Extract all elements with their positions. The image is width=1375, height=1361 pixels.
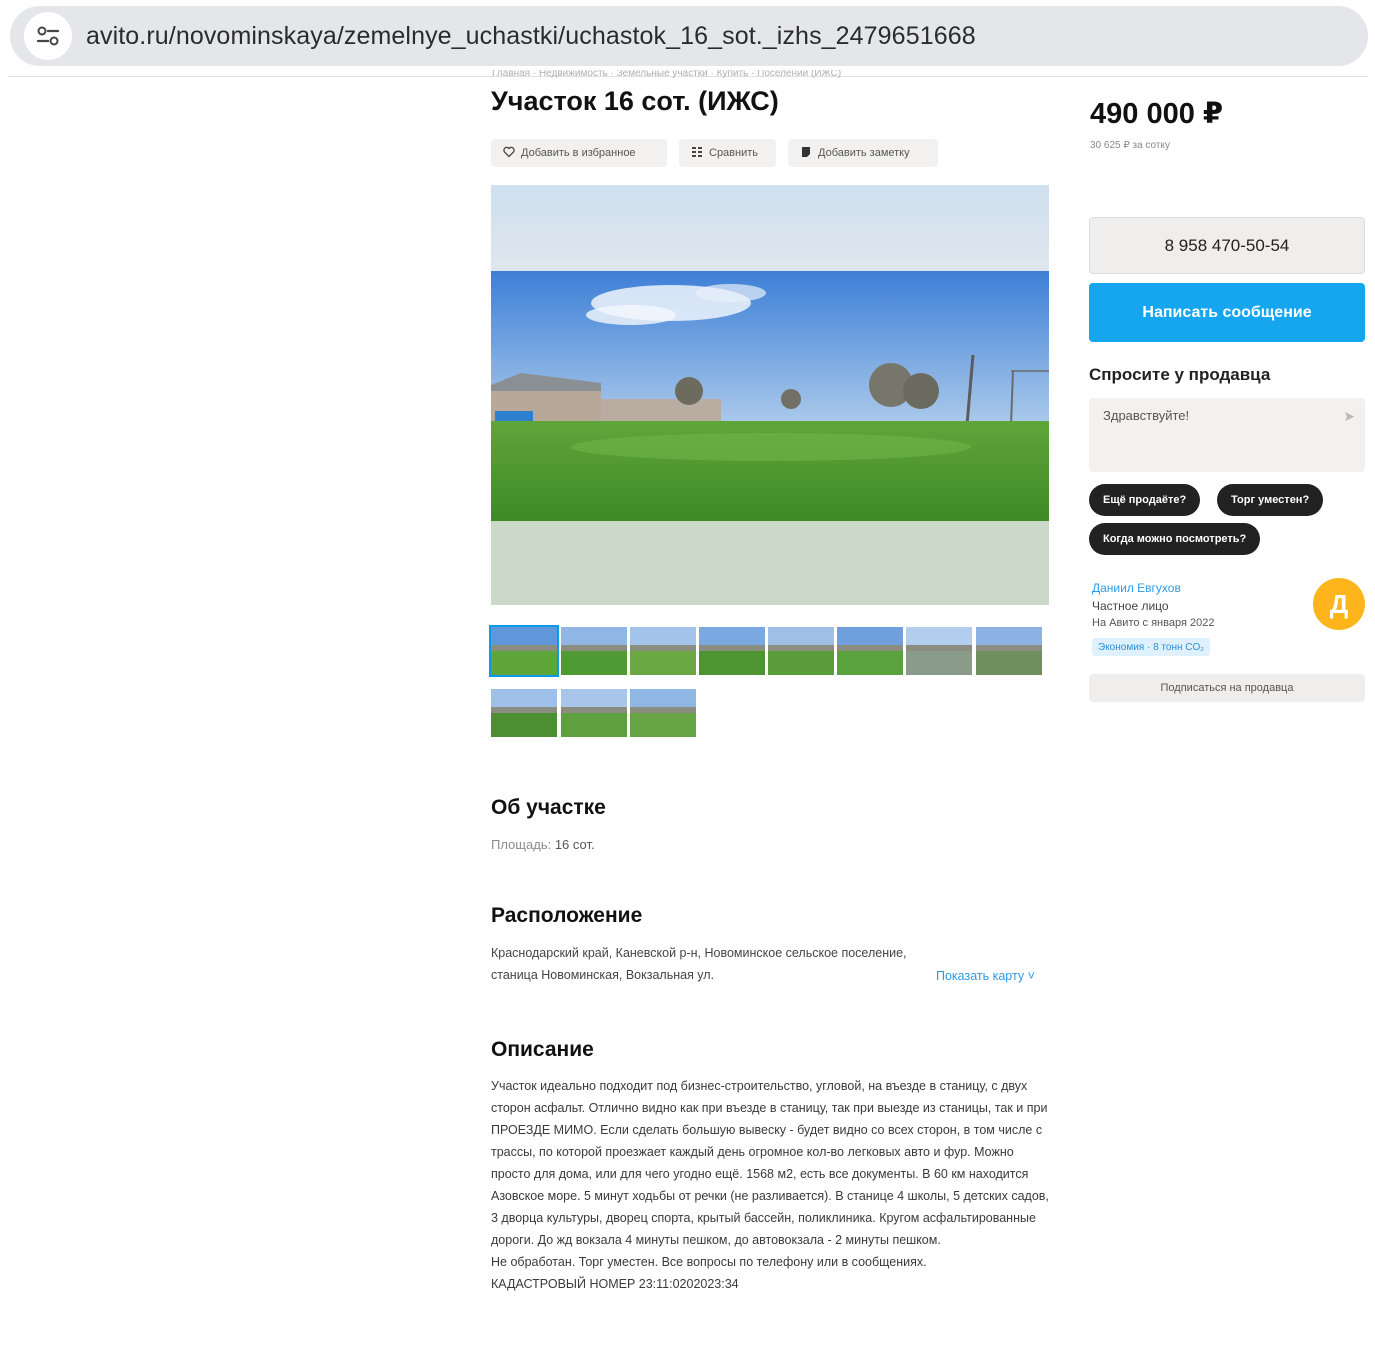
note-label: Добавить заметку bbox=[818, 147, 910, 159]
thumbnail-image bbox=[561, 627, 627, 675]
heart-icon bbox=[503, 146, 515, 161]
thumbnail-image bbox=[561, 689, 627, 737]
send-arrow-icon[interactable]: ➤ bbox=[1343, 408, 1355, 425]
about-heading: Об участке bbox=[491, 796, 606, 819]
listing-actions: Добавить в избранное Сравнить Добавить з… bbox=[491, 139, 938, 167]
url-text[interactable]: avito.ru/novominskaya/zemelnye_uchastki/… bbox=[86, 22, 976, 51]
page-title: Участок 16 сот. (ИЖС) bbox=[491, 86, 779, 116]
description-text: Участок идеально подходит под бизнес-стр… bbox=[491, 1079, 1049, 1247]
description-body: Участок идеально подходит под бизнес-стр… bbox=[491, 1075, 1051, 1295]
ask-seller-title: Спросите у продавца bbox=[1089, 365, 1271, 384]
price: 490 000 ₽ bbox=[1090, 98, 1224, 130]
main-photo[interactable] bbox=[491, 185, 1049, 605]
thumbnail-image bbox=[491, 627, 557, 675]
breadcrumb[interactable]: Главная · Недвижимость · Земельные участ… bbox=[492, 70, 841, 80]
tune-icon[interactable] bbox=[24, 12, 72, 60]
description-extra: Не обработан. Торг уместен. Все вопросы … bbox=[491, 1255, 927, 1269]
address-text: Краснодарский край, Каневской р-н, Новом… bbox=[491, 946, 907, 982]
quick-question-chip[interactable]: Когда можно посмотреть? bbox=[1089, 523, 1261, 555]
eco-badge[interactable]: Экономия · 8 тонн CO₂ bbox=[1092, 638, 1211, 656]
favorite-button[interactable]: Добавить в избранное bbox=[491, 139, 667, 167]
description-heading: Описание bbox=[491, 1038, 594, 1061]
thumbnail[interactable] bbox=[561, 627, 627, 675]
show-phone-button[interactable]: 8 958 470-50-54 bbox=[1089, 217, 1365, 274]
area-row: Площадь: 16 сот. bbox=[491, 837, 595, 852]
write-message-button[interactable]: Написать сообщение bbox=[1089, 283, 1365, 342]
thumbnail[interactable] bbox=[491, 689, 557, 737]
thumbnail-image bbox=[491, 689, 557, 737]
compare-label: Сравнить bbox=[709, 147, 759, 159]
thumbnail-image bbox=[976, 627, 1042, 675]
cadastral-number: КАДАСТРОВЫЙ НОМЕР 23:11:0202023:34 bbox=[491, 1277, 739, 1291]
thumbnail-image bbox=[837, 627, 903, 675]
thumbnail[interactable] bbox=[630, 689, 696, 737]
seller-name-link[interactable]: Даниил Евгухов bbox=[1092, 581, 1181, 595]
compare-button[interactable]: Сравнить bbox=[679, 139, 776, 167]
thumbnail[interactable] bbox=[630, 627, 696, 675]
thumbnail-image bbox=[699, 627, 765, 675]
thumbnail[interactable] bbox=[561, 689, 627, 737]
location-heading: Расположение bbox=[491, 904, 643, 927]
seller-since: На Авито с января 2022 bbox=[1092, 617, 1215, 629]
avatar[interactable]: Д bbox=[1313, 578, 1365, 630]
thumbnail[interactable] bbox=[699, 627, 765, 675]
seller-type: Частное лицо bbox=[1092, 599, 1169, 613]
thumbnail[interactable] bbox=[768, 627, 834, 675]
compare-icon bbox=[691, 146, 703, 161]
thumbnail-image bbox=[630, 627, 696, 675]
thumbnail[interactable] bbox=[906, 627, 972, 675]
address-bar[interactable]: avito.ru/novominskaya/zemelnye_uchastki/… bbox=[10, 6, 1368, 66]
quick-question-chip[interactable]: Ещё продаёте? bbox=[1089, 484, 1201, 516]
subscribe-seller-button[interactable]: Подписаться на продавца bbox=[1089, 674, 1365, 702]
favorite-label: Добавить в избранное bbox=[521, 147, 636, 159]
area-value: 16 сот. bbox=[554, 837, 595, 852]
thumbnail[interactable] bbox=[976, 627, 1042, 675]
thumbnail-image bbox=[906, 627, 972, 675]
thumbnail[interactable] bbox=[489, 625, 559, 677]
thumbnail-image bbox=[630, 689, 696, 737]
ask-seller-input[interactable]: Здравствуйте! ➤ bbox=[1089, 398, 1365, 472]
quick-question-chip[interactable]: Торг уместен? bbox=[1217, 484, 1324, 516]
show-map-link[interactable]: Показать карту ˅ bbox=[936, 969, 1035, 983]
add-note-button[interactable]: Добавить заметку bbox=[788, 139, 938, 167]
area-label: Площадь: bbox=[491, 837, 552, 852]
thumbnail-image bbox=[768, 627, 834, 675]
note-icon bbox=[800, 146, 812, 161]
price-per-unit: 30 625 ₽ за сотку bbox=[1090, 140, 1170, 151]
ask-seller-placeholder: Здравствуйте! bbox=[1103, 408, 1190, 423]
thumbnail[interactable] bbox=[837, 627, 903, 675]
